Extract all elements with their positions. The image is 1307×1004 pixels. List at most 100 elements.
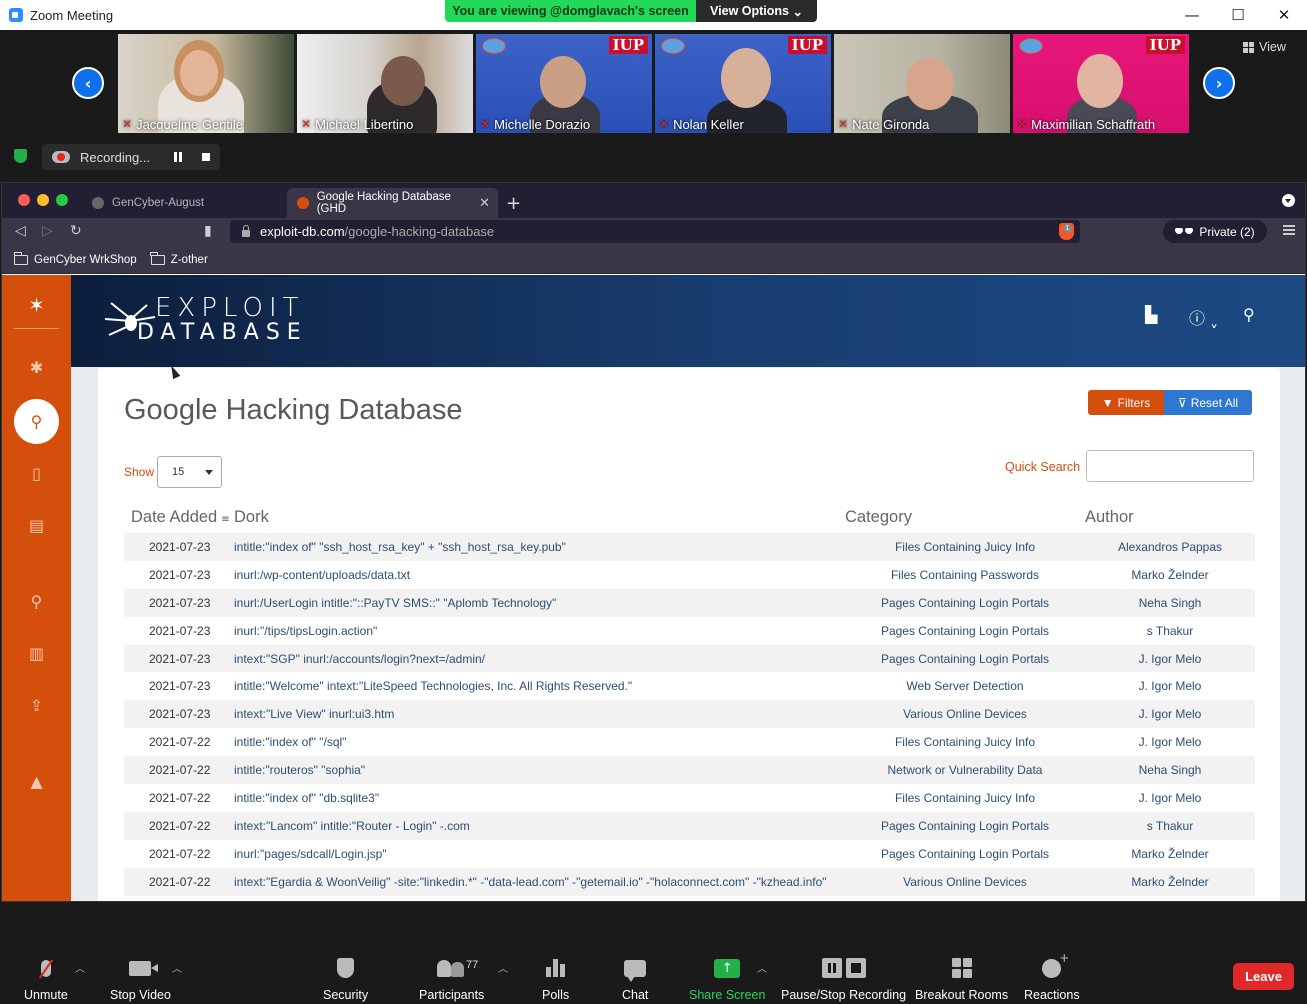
category-link[interactable]: Various Online Devices	[845, 867, 1085, 896]
unmute-button[interactable]: Unmute	[24, 954, 68, 1002]
stop-video-button[interactable]: Stop Video	[110, 954, 171, 1002]
security-button[interactable]: Security	[323, 954, 368, 1002]
author-link[interactable]: J. Igor Melo	[1085, 784, 1255, 812]
reset-all-button[interactable]: ⊽ Reset All	[1164, 390, 1252, 415]
author-link[interactable]: J. Igor Melo	[1085, 672, 1255, 700]
brave-shield-icon[interactable]: 1	[1059, 223, 1074, 240]
dork-link[interactable]: intext:"Live View" inurl:ui3.htm	[234, 700, 845, 729]
author-link[interactable]: J. Igor Melo	[1085, 644, 1255, 673]
reload-icon[interactable]: ↻	[70, 223, 82, 239]
category-link[interactable]: Pages Containing Login Portals	[845, 617, 1085, 645]
participant-tile[interactable]: IUP ✕ Maximilian Schaffrath	[1013, 34, 1189, 133]
category-link[interactable]: Files Containing Passwords	[845, 561, 1085, 589]
category-link[interactable]: Files Containing Juicy Info	[845, 533, 1085, 561]
bookmark-gencyber-wrkshop[interactable]: GenCyber WrkShop	[13, 251, 137, 266]
dork-link[interactable]: inurl:/UserLogin intitle:"::PayTV SMS::"…	[234, 588, 845, 617]
stats-chart-icon[interactable]: ▙	[1145, 305, 1157, 324]
dork-link[interactable]: intitle:"Welcome" intext:"LiteSpeed Tech…	[234, 672, 845, 700]
view-options-button[interactable]: View Options ⌄	[696, 0, 817, 22]
participant-tile[interactable]: ✕ Jacqueline Gentile	[118, 34, 294, 133]
chat-button[interactable]: Chat	[622, 954, 648, 1002]
author-link[interactable]: Marko Želnder	[1085, 840, 1255, 868]
quick-search-input[interactable]	[1086, 450, 1254, 482]
author-link[interactable]: Marko Želnder	[1085, 561, 1255, 589]
tab-menu-icon[interactable]	[1282, 194, 1295, 207]
papers-document-icon[interactable]: ▯	[2, 453, 71, 493]
address-bar[interactable]: exploit-db.com/google-hacking-database 1	[230, 220, 1080, 243]
bookmark-icon[interactable]: ▮	[204, 223, 212, 239]
exploit-database-logo[interactable]: EXPLOIT DATABASE	[103, 293, 308, 345]
close-tab-icon[interactable]: ✕	[479, 196, 490, 211]
dork-link[interactable]: intext:"Egardia & WoonVeilig" -site:"lin…	[234, 867, 845, 896]
maximize-icon[interactable]: ☐	[1215, 0, 1261, 30]
minimize-window-icon[interactable]	[37, 194, 49, 206]
category-link[interactable]: Web Server Detection	[845, 672, 1085, 700]
reactions-button[interactable]: Reactions	[1024, 951, 1080, 1003]
share-options-chevron-icon[interactable]: ︿	[757, 960, 767, 975]
column-header-dork[interactable]: Dork	[234, 501, 845, 533]
column-header-author[interactable]: Author	[1085, 501, 1255, 533]
category-link[interactable]: Files Containing Juicy Info	[845, 728, 1085, 756]
category-link[interactable]: Network or Vulnerability Data	[845, 756, 1085, 785]
category-link[interactable]: Files Containing Juicy Info	[845, 784, 1085, 812]
breakout-rooms-button[interactable]: Breakout Rooms	[915, 954, 1008, 1002]
dork-link[interactable]: intitle:"index of" "ssh_host_rsa_key" + …	[234, 533, 845, 561]
category-link[interactable]: Pages Containing Login Portals	[845, 840, 1085, 868]
bookmark-z-other[interactable]: Z-other	[150, 251, 208, 266]
dork-link[interactable]: intext:"Lancom" intitle:"Router - Login"…	[234, 811, 845, 840]
view-button[interactable]: View	[1243, 40, 1286, 54]
participant-tile[interactable]: IUP ✕ Michelle Dorazio	[476, 34, 652, 133]
pause-stop-recording-button[interactable]: Pause/Stop Recording	[781, 954, 906, 1002]
menu-icon[interactable]	[1283, 225, 1295, 235]
gallery-next-button[interactable]: ›	[1203, 67, 1235, 99]
submit-upload-icon[interactable]: ⇪	[2, 685, 71, 725]
category-link[interactable]: Various Online Devices	[845, 700, 1085, 729]
author-link[interactable]: Alexandros Pappas	[1085, 533, 1255, 561]
author-link[interactable]: Neha Singh	[1085, 756, 1255, 785]
category-link[interactable]: Pages Containing Login Portals	[845, 811, 1085, 840]
tab-google-hacking-database[interactable]: Google Hacking Database (GHD ✕	[287, 188, 498, 218]
participant-tile[interactable]: IUP ✕ Nolan Keller	[655, 34, 831, 133]
author-link[interactable]: Marko Želnder	[1085, 867, 1255, 896]
dork-link[interactable]: intitle:"index of" "db.sqlite3"	[234, 784, 845, 812]
author-link[interactable]: J. Igor Melo	[1085, 728, 1255, 756]
author-link[interactable]: Neha Singh	[1085, 588, 1255, 617]
filters-button[interactable]: ▼ Filters	[1088, 390, 1164, 415]
audio-options-chevron-icon[interactable]: ︿	[75, 960, 85, 975]
polls-button[interactable]: Polls	[542, 954, 569, 1002]
search-exploit-icon[interactable]: ⚲	[2, 581, 71, 621]
participant-tile[interactable]: ✕ Michael Libertino	[297, 34, 473, 133]
column-header-category[interactable]: Category	[845, 501, 1085, 533]
dork-link[interactable]: intitle:"index of" "/sql"	[234, 728, 845, 756]
exploit-db-spider-logo-icon[interactable]: ✶	[2, 285, 71, 325]
dork-link[interactable]: intext:"SGP" inurl:/accounts/login?next=…	[234, 644, 845, 673]
dork-link[interactable]: inurl:"pages/sdcall/Login.jsp"	[234, 840, 845, 868]
shellcode-icon[interactable]: ▤	[2, 505, 71, 545]
video-options-chevron-icon[interactable]: ︿	[172, 960, 182, 975]
pause-recording-icon[interactable]	[174, 152, 184, 162]
dork-link[interactable]: intitle:"routeros" "sophia"	[234, 756, 845, 785]
training-graduation-cap-icon[interactable]: ▲	[2, 761, 71, 801]
column-header-date[interactable]: Date Added ≡	[124, 501, 234, 533]
category-link[interactable]: Pages Containing Login Portals	[845, 588, 1085, 617]
participant-tile[interactable]: ✕ Nate Gironda	[834, 34, 1010, 133]
show-entries-select[interactable]: 15	[157, 456, 222, 488]
participants-options-chevron-icon[interactable]: ︿	[498, 960, 508, 975]
bug-icon[interactable]: ✱	[2, 347, 71, 387]
forward-icon[interactable]: ▷	[42, 223, 53, 239]
zoom-window-icon[interactable]	[56, 194, 68, 206]
close-icon[interactable]: ✕	[1261, 0, 1307, 30]
minimize-icon[interactable]: —	[1169, 0, 1215, 30]
new-tab-plus-icon[interactable]: +	[506, 193, 521, 214]
share-screen-button[interactable]: ↑ Share Screen	[689, 954, 765, 1002]
tab-gencyber-august[interactable]: GenCyber-August	[82, 188, 282, 218]
category-link[interactable]: Pages Containing Login Portals	[845, 644, 1085, 673]
search-database-icon[interactable]: ⚲	[1243, 305, 1255, 324]
private-window-indicator[interactable]: Private (2)	[1163, 220, 1267, 243]
gallery-prev-button[interactable]: ‹	[72, 67, 104, 99]
dork-link[interactable]: inurl:/wp-content/uploads/data.txt	[234, 561, 845, 589]
leave-meeting-button[interactable]: Leave	[1233, 963, 1294, 990]
book-icon[interactable]: ▥	[2, 633, 71, 673]
dork-link[interactable]: inurl:"/tips/tipsLogin.action"	[234, 617, 845, 645]
ghdb-search-icon[interactable]: ⚲	[14, 399, 59, 444]
